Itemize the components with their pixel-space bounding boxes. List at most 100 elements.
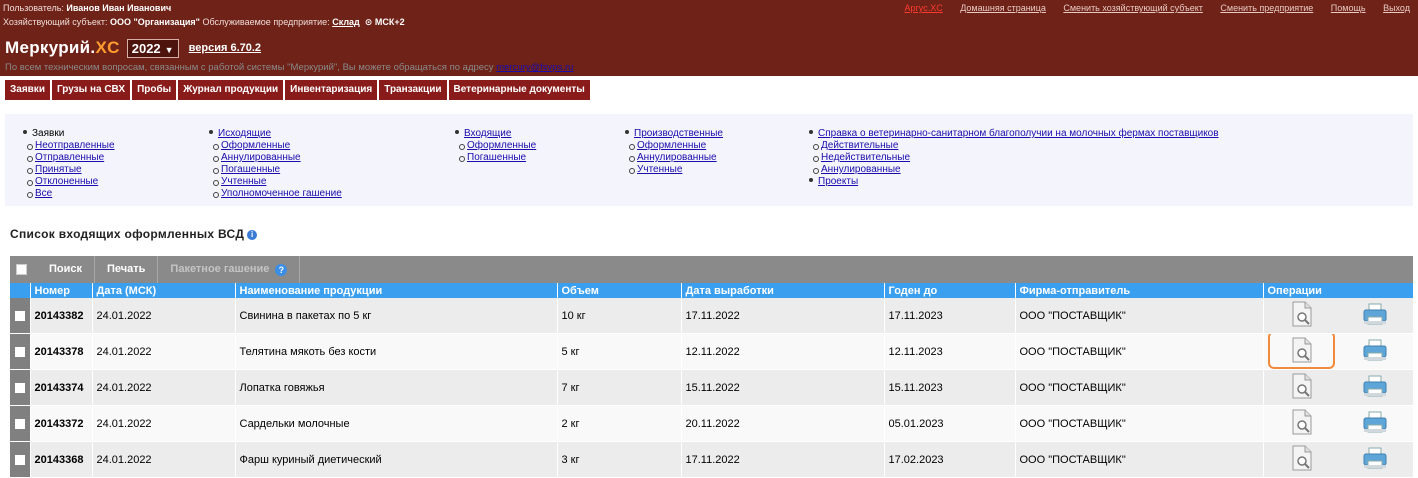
cell-production-date: 17.11.2022 [681,441,885,478]
menu-item[interactable]: Отправленные [15,152,115,164]
top-links: Аргус.XC Домашняя страница Сменить хозяй… [890,3,1410,13]
row-checkbox[interactable] [10,369,31,406]
tab-samples[interactable]: Пробы [132,80,179,100]
menu-item[interactable]: Погашенные [201,164,342,176]
col-number[interactable]: Номер [30,283,93,298]
app-logo: Меркурий.XC [5,38,120,57]
year-select[interactable]: 2022 ▼ [126,38,179,58]
print-icon[interactable] [1361,337,1389,366]
row-checkbox[interactable] [10,441,31,478]
search-button[interactable]: Поиск [37,256,96,283]
cell-expiry: 17.02.2023 [884,441,1016,478]
link-change-subject[interactable]: Сменить хозяйствующий субъект [1063,3,1203,13]
view-document-icon[interactable] [1287,373,1315,402]
table-row[interactable]: 20143372 24.01.2022 Сардельки молочные 2 кг… [10,405,1414,442]
col-product[interactable]: Наименование продукции [235,283,558,298]
view-document-icon[interactable] [1287,409,1315,438]
col-production-date[interactable]: Дата выработки [681,283,885,298]
table-row[interactable]: 20143378 24.01.2022 Телятина мякоть без ко… [10,333,1414,370]
view-document-icon[interactable] [1287,301,1315,330]
print-icon[interactable] [1361,409,1389,438]
cell-operations [1263,405,1414,442]
menu-item[interactable]: Отклоненные [15,176,115,188]
link-home[interactable]: Домашняя страница [960,3,1046,13]
user-info: Пользователь: Иванов Иван Иванович [3,3,171,13]
table-row[interactable]: 20143374 24.01.2022 Лопатка говяжья 7 кг 15.… [10,369,1414,406]
col-operations: Операции [1263,283,1414,298]
cell-sender: ООО "ПОСТАВЩИК" [1015,441,1264,478]
cell-number[interactable]: 20143378 [30,333,93,370]
cell-expiry: 12.11.2023 [884,333,1016,370]
info-icon[interactable]: i [247,230,258,240]
tab-vet-documents[interactable]: Ветеринарные документы [448,80,592,100]
menu-item[interactable]: Оформленные [447,140,536,152]
submenu-panel: Заявки Неотправленные Отправленные Приня… [5,114,1413,206]
menu-item[interactable]: Все [15,188,115,200]
menu-item[interactable]: Неотправленные [15,140,115,152]
menu-head-production[interactable]: Производственные [634,128,723,139]
row-checkbox[interactable] [10,333,31,370]
select-all-checkbox[interactable] [16,264,27,275]
cell-number[interactable]: 20143374 [30,369,93,406]
link-help[interactable]: Помощь [1331,3,1366,13]
menu-item[interactable]: Погашенные [447,152,536,164]
cell-volume: 2 кг [557,405,682,442]
row-checkbox[interactable] [10,405,31,442]
menu-item[interactable]: Аннулированные [617,152,723,164]
timezone: МСК+2 [374,17,405,27]
menu-item[interactable]: Оформленные [617,140,723,152]
menu-item[interactable]: Учтенные [201,176,342,188]
support-email-link[interactable]: mercury@fsvps.ru [496,62,573,73]
page-title: Список входящих оформленных ВСД i [10,227,258,241]
tab-product-journal[interactable]: Журнал продукции [178,80,286,100]
batch-redeem-button: Пакетное гашение? [158,256,301,283]
link-change-enterprise[interactable]: Сменить предприятие [1220,3,1313,13]
cell-number[interactable]: 20143382 [30,298,93,334]
menu-item[interactable]: Недействительные [801,152,1219,164]
menu-item[interactable]: Учтенные [617,164,723,176]
cell-number[interactable]: 20143368 [30,441,93,478]
menu-item[interactable]: Принятые [15,164,115,176]
print-icon[interactable] [1361,301,1389,330]
cell-number[interactable]: 20143372 [30,405,93,442]
chevron-down-icon: ▼ [164,44,174,55]
user-label: Пользователь: [3,3,64,13]
link-logout[interactable]: Выход [1383,3,1410,13]
col-expiry[interactable]: Годен до [884,283,1016,298]
menu-head-projects[interactable]: Проекты [818,176,858,187]
view-document-icon[interactable] [1287,445,1315,474]
highlight-frame [1267,333,1335,369]
menu-item[interactable]: Аннулированные [801,164,1219,176]
version-link[interactable]: версия 6.70.2 [189,42,261,54]
print-button[interactable]: Печать [95,256,159,283]
vsd-table: Номер Дата (МСК) Наименование продукции … [10,283,1414,478]
menu-head-outgoing[interactable]: Исходящие [218,128,271,139]
menu-item[interactable]: Действительные [801,140,1219,152]
print-icon[interactable] [1361,445,1389,474]
cell-date: 24.01.2022 [92,441,236,478]
menu-item[interactable]: Оформленные [201,140,342,152]
help-icon[interactable]: ? [275,263,288,276]
tab-transactions[interactable]: Транзакции [379,80,449,100]
table-row[interactable]: 20143368 24.01.2022 Фарш куриный диетическ… [10,441,1414,478]
col-date[interactable]: Дата (МСК) [92,283,236,298]
cell-sender: ООО "ПОСТАВЩИК" [1015,405,1264,442]
col-volume[interactable]: Объем [557,283,682,298]
row-checkbox[interactable] [10,298,31,334]
menu-item[interactable]: Уполномоченное гашение [201,188,342,200]
col-sender[interactable]: Фирма-отправитель [1015,283,1264,298]
tab-svh-cargo[interactable]: Грузы на СВХ [51,80,133,100]
print-icon[interactable] [1361,373,1389,402]
enterprise-link[interactable]: Склад [332,17,360,27]
table-row[interactable]: 20143382 24.01.2022 Свинина в пакетах по 5… [10,298,1414,334]
table-toolbar: Поиск Печать Пакетное гашение? [10,256,1413,283]
tab-requests[interactable]: Заявки [5,80,52,100]
support-text: По всем техническим вопросам, связанным … [5,62,494,73]
tab-inventory[interactable]: Инвентаризация [285,80,380,100]
menu-item[interactable]: Аннулированные [201,152,342,164]
menu-head-incoming[interactable]: Входящие [464,128,511,139]
link-argus[interactable]: Аргус.XC [905,3,943,13]
cell-production-date: 17.11.2022 [681,298,885,334]
menu-head-certificate[interactable]: Справка о ветеринарно-санитарном благопо… [818,128,1219,139]
cell-volume: 3 кг [557,441,682,478]
